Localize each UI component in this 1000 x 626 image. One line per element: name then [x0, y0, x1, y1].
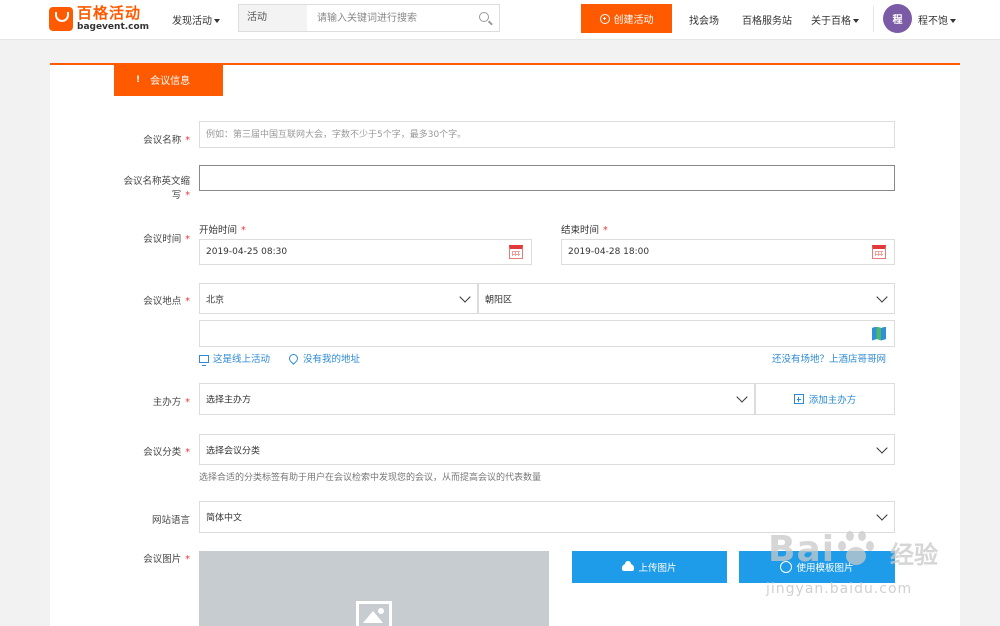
district-value: 朝阳区 — [485, 295, 513, 305]
cloud-upload-icon — [622, 560, 635, 571]
category-value: 选择会议分类 — [206, 446, 261, 456]
name-field — [199, 121, 895, 148]
avatar[interactable]: 程 — [883, 4, 912, 33]
event-name-input[interactable] — [200, 122, 894, 147]
calendar-icon[interactable] — [872, 245, 886, 259]
search-bar: 活动 — [238, 4, 500, 32]
chevron-down-icon — [876, 290, 888, 303]
logo-text-cn: 百格活动 — [77, 4, 142, 22]
caret-down-icon — [214, 19, 220, 23]
search-icon[interactable] — [471, 5, 499, 31]
district-select[interactable]: 朝阳区 — [478, 283, 895, 314]
start-time-label: 开始时间 * — [199, 225, 246, 236]
end-time-field[interactable]: 2019-04-28 18:00 — [561, 239, 895, 265]
logo[interactable]: 百格活动 bagevent.com — [49, 4, 149, 34]
image-placeholder[interactable] — [199, 551, 549, 626]
venue-link[interactable]: 还没有场地？上酒店哥哥网 — [772, 351, 886, 365]
language-value: 简体中文 — [206, 513, 243, 524]
user-menu[interactable]: 程不饱 — [918, 12, 956, 27]
category-label: 会议分类 * — [143, 447, 190, 458]
time-label: 会议时间 * — [143, 234, 190, 245]
section-title: 会议信息 — [150, 76, 191, 87]
search-input[interactable] — [307, 5, 471, 31]
language-label: 网站语言 — [151, 515, 190, 526]
create-event-button[interactable]: 创建活动 — [581, 4, 672, 33]
exclamation-icon: ! — [136, 74, 141, 85]
monitor-icon — [199, 355, 209, 366]
nav-about-menu[interactable]: 关于百格 — [811, 12, 859, 27]
caret-down-icon — [950, 19, 956, 23]
location-pin-icon — [287, 352, 300, 365]
address-input[interactable] — [200, 321, 894, 346]
template-image-button[interactable]: 使用模板图片 — [739, 551, 895, 583]
language-select[interactable]: 简体中文 — [199, 501, 895, 533]
online-event-link[interactable]: 这是线上活动 — [199, 351, 270, 366]
organizer-select[interactable]: 选择主办方 — [199, 383, 755, 415]
end-time-label: 结束时间 * — [561, 225, 608, 236]
top-header: 百格活动 bagevent.com 发现活动 活动 创建活动 找会场 百格服务站… — [0, 0, 1000, 40]
map-icon[interactable] — [872, 326, 886, 341]
city-value: 北京 — [206, 295, 225, 305]
address-field — [199, 320, 895, 347]
chevron-down-icon — [876, 441, 888, 454]
nav-service-station[interactable]: 百格服务站 — [742, 12, 792, 27]
city-select[interactable]: 北京 — [199, 283, 478, 314]
nav-find-venue[interactable]: 找会场 — [689, 12, 719, 27]
location-label: 会议地点 * — [143, 296, 190, 307]
category-select[interactable]: 选择会议分类 — [199, 434, 895, 465]
logo-icon — [49, 7, 73, 31]
image-icon — [356, 601, 392, 626]
name-label: 会议名称 * — [143, 135, 190, 146]
en-abbr-field — [199, 165, 895, 191]
add-organizer-button[interactable]: 添加主办方 — [755, 383, 895, 415]
chevron-down-icon — [876, 509, 888, 521]
caret-down-icon — [853, 19, 859, 23]
search-category[interactable]: 活动 — [239, 5, 307, 31]
no-address-link[interactable]: 没有我的地址 — [287, 351, 360, 365]
divider — [873, 6, 874, 32]
chevron-down-icon — [459, 290, 471, 303]
image-label: 会议图片 * — [143, 554, 190, 565]
start-time-field[interactable]: 2019-04-25 08:30 — [199, 239, 532, 265]
upload-image-button[interactable]: 上传图片 — [572, 551, 727, 583]
calendar-icon[interactable] — [509, 245, 523, 259]
organizer-label: 主办方 * — [152, 397, 190, 408]
end-time-value: 2019-04-28 18:00 — [568, 247, 650, 257]
category-hint: 选择合适的分类标签有助于用户在会议检索中发现您的会议，从而提高会议的代表数量 — [199, 473, 542, 483]
section-tab-info[interactable]: ! 会议信息 — [114, 63, 223, 96]
plus-square-icon — [793, 394, 804, 404]
organizer-value: 选择主办方 — [206, 395, 252, 406]
nav-discover-menu[interactable]: 发现活动 — [172, 12, 220, 27]
logo-text-en: bagevent.com — [77, 22, 150, 32]
image-template-icon — [780, 561, 793, 573]
en-abbr-input[interactable] — [200, 166, 894, 190]
chevron-down-icon — [736, 391, 748, 403]
en-abbr-label: 会议名称英文缩写 * — [123, 176, 190, 201]
plus-circle-icon — [599, 13, 610, 24]
form-panel: ! 会议信息 会议名称* 会议名称英文缩写* 会议时间* 开始时间* 2019-… — [50, 63, 960, 626]
start-time-value: 2019-04-25 08:30 — [206, 247, 288, 257]
